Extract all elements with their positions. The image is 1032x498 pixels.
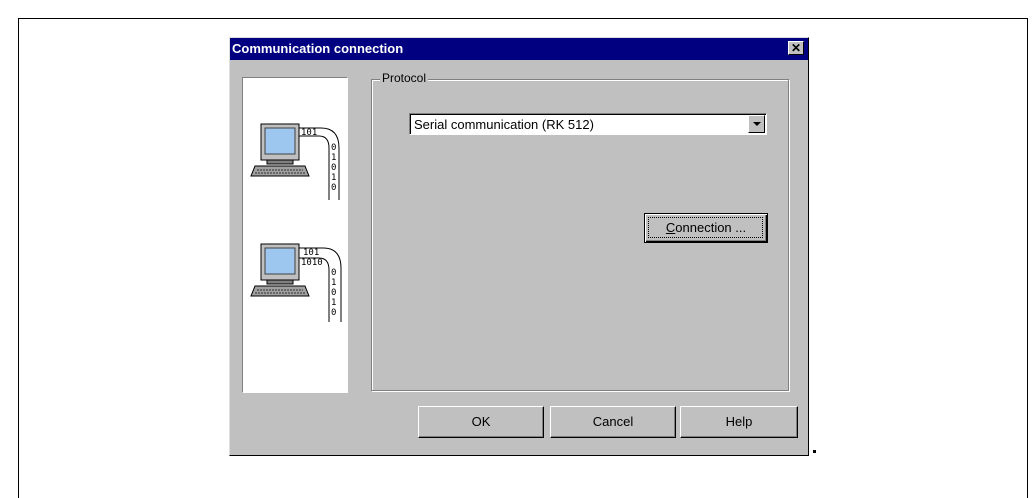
cancel-button-label: Cancel — [592, 414, 634, 429]
chevron-down-icon[interactable] — [748, 115, 765, 133]
illustration-graphic: 101 0 1 0 1 0 101 1010 0 1 0 1 0 — [250, 123, 342, 322]
dialog-title: Communication connection — [232, 41, 404, 56]
binary-digit: 1 — [331, 298, 336, 308]
binary-digit: 0 — [331, 308, 336, 318]
binary-digit: 1 — [331, 173, 336, 183]
help-button-label: Help — [725, 414, 753, 429]
cancel-button[interactable]: Cancel — [550, 406, 676, 438]
binary-text-2: 101 1010 0 1 0 1 0 — [301, 248, 336, 318]
ok-button[interactable]: OK — [418, 406, 544, 438]
connection-label-rest: onnection ... — [675, 220, 747, 235]
protocol-select[interactable]: Serial communication (RK 512) — [409, 113, 767, 135]
binary-digit: 1 — [331, 278, 336, 288]
protocol-groupbox: Protocol Serial communication (RK 512) C… — [371, 71, 789, 391]
binary-digit: 1010 — [301, 258, 323, 268]
close-icon: ✕ — [790, 41, 802, 55]
ok-button-label: OK — [471, 414, 491, 429]
binary-digit: 101 — [303, 248, 319, 258]
communication-connection-dialog: Communication connection ✕ 101 0 1 0 1 0… — [229, 37, 809, 456]
protocol-label: Protocol — [380, 71, 429, 85]
connection-mnemonic: C — [665, 220, 676, 235]
binary-digit: 0 — [331, 268, 336, 278]
connection-button-label: Connection ... — [666, 220, 746, 235]
connection-button[interactable]: Connection ... — [644, 213, 768, 243]
computer-icon — [250, 243, 310, 297]
binary-digit: 101 — [301, 128, 317, 138]
binary-digit: 1 — [331, 153, 336, 163]
binary-digit: 0 — [331, 143, 336, 153]
help-button[interactable]: Help — [680, 406, 798, 438]
close-button[interactable]: ✕ — [788, 41, 804, 55]
binary-digit: 0 — [331, 163, 336, 173]
protocol-select-value: Serial communication (RK 512) — [414, 117, 594, 132]
illustration-panel: 101 0 1 0 1 0 101 1010 0 1 0 1 0 — [242, 77, 348, 393]
binary-digit: 0 — [331, 183, 336, 193]
period-mark — [813, 450, 816, 453]
binary-text-1: 101 0 1 0 1 0 — [301, 128, 336, 193]
title-bar: Communication connection ✕ — [230, 38, 808, 60]
binary-digit: 0 — [331, 288, 336, 298]
